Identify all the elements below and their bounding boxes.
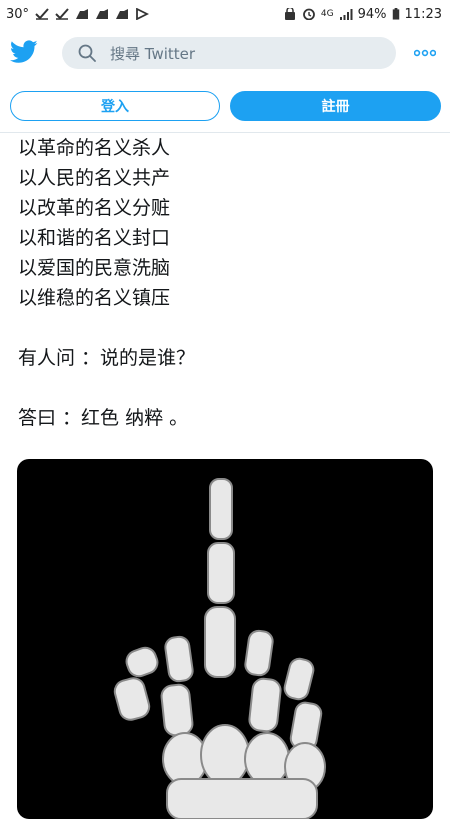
tweet-text: 以革命的名义杀人 以人民的名义共产 以改革的名义分赃 以和谐的名义封口 以爱国的…: [18, 133, 438, 433]
tweet-line: 以改革的名义分赃: [18, 197, 171, 219]
skeleton-middle-finger-image: [113, 478, 326, 819]
battery-icon: [392, 8, 399, 20]
tweet-line: 以爱国的民意洗脑: [18, 257, 171, 279]
battery-percent: 94%: [357, 6, 387, 22]
alarm-icon: [303, 8, 315, 20]
app-icon: [116, 9, 129, 19]
search-bar[interactable]: 搜尋 Twitter: [62, 37, 396, 69]
search-placeholder: 搜尋 Twitter: [110, 44, 196, 63]
clock-time: 11:23: [404, 6, 442, 22]
tweet-media[interactable]: [17, 459, 433, 819]
search-icon: [78, 44, 96, 62]
tweet-question: 有人问 ：说的是谁？: [18, 347, 196, 369]
network-type: 4G: [320, 9, 334, 19]
status-bar: 30° 4G 94% 11:23: [0, 0, 450, 28]
tweet-answer: 答曰 ：红色 纳粹 。: [18, 407, 189, 429]
signup-button[interactable]: 註冊: [230, 91, 441, 121]
check-icon: [35, 8, 49, 20]
check-icon: [55, 8, 69, 20]
twitter-bird-icon[interactable]: [10, 40, 38, 64]
login-button[interactable]: 登入: [10, 91, 220, 121]
tweet-line: 以人民的名义共产: [18, 167, 171, 189]
app-icon: [76, 9, 89, 19]
tweet-line: 以革命的名义杀人: [18, 137, 171, 159]
temperature-text: 30°: [6, 6, 30, 22]
top-bar: 搜尋 Twitter: [0, 28, 450, 78]
app-icon: [96, 9, 109, 19]
more-dots-icon[interactable]: [414, 49, 436, 57]
tweet-line: 以和谐的名义封口: [18, 227, 171, 249]
tweet-line: 以维稳的名义镇压: [18, 287, 171, 309]
signal-icon: [339, 9, 353, 20]
auth-bar: 登入 註冊: [0, 78, 450, 133]
play-icon: [136, 8, 150, 20]
lock-icon: [284, 8, 295, 20]
